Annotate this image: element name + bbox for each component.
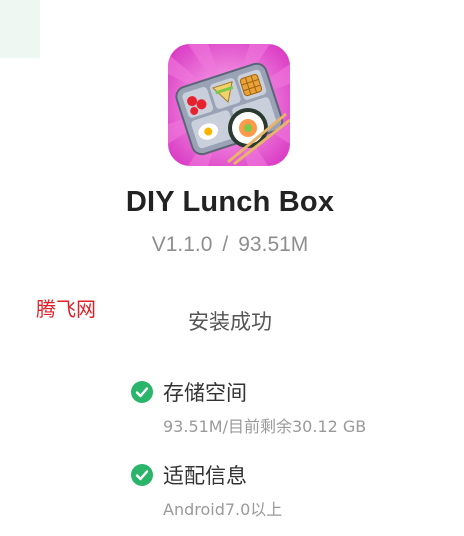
app-size: 93.51M bbox=[238, 233, 309, 256]
compatibility-title: 适配信息 bbox=[163, 464, 247, 488]
storage-detail: 93.51M/目前剩余30.12 GB bbox=[163, 417, 367, 436]
lunch-box-app-icon bbox=[168, 44, 290, 166]
check-circle-icon bbox=[131, 464, 153, 486]
version-separator: / bbox=[222, 233, 229, 256]
install-status: 安装成功 bbox=[188, 310, 272, 334]
version-size-line: V1.1.0 / 93.51M bbox=[0, 233, 460, 257]
check-circle-icon bbox=[131, 381, 153, 403]
compatibility-detail: Android7.0以上 bbox=[163, 500, 283, 519]
compatibility-check: 适配信息 Android7.0以上 bbox=[131, 460, 282, 520]
app-version: V1.1.0 bbox=[151, 233, 213, 256]
install-result-page: DIY Lunch Box V1.1.0/93.51M 腾飞网 安装成功 存储空… bbox=[0, 0, 464, 536]
corner-decoration bbox=[0, 0, 40, 58]
storage-check: 存储空间 93.51M/目前剩余30.12 GB bbox=[131, 377, 366, 437]
app-name: DIY Lunch Box bbox=[125, 186, 335, 218]
storage-title: 存储空间 bbox=[163, 381, 247, 405]
